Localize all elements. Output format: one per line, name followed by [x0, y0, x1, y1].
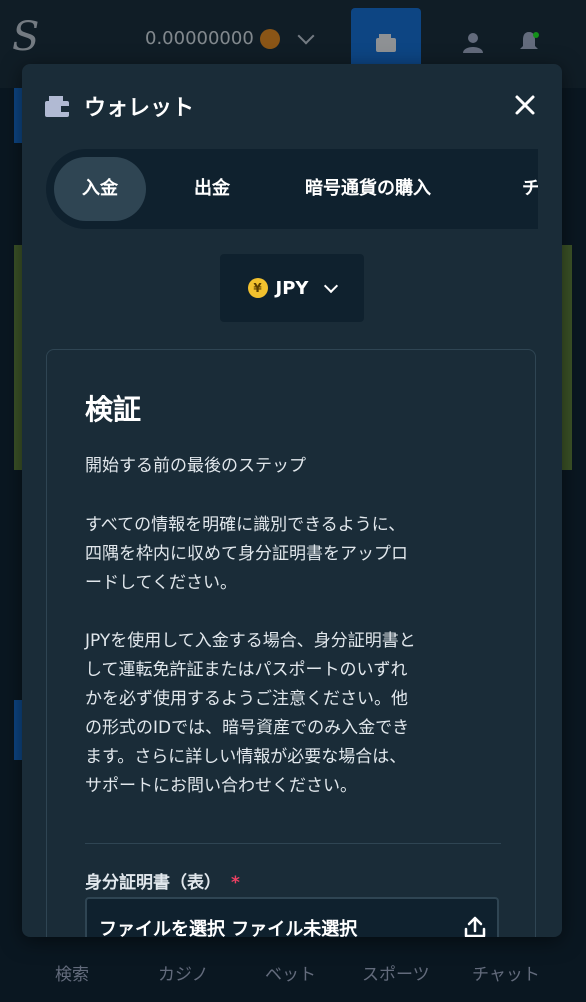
notice-line-2: して運転免許証またはパスポートのいずれ: [85, 660, 408, 680]
id-front-file-input[interactable]: ファイルを選択 ファイル未選択: [85, 897, 499, 937]
wallet-modal: ウォレット 入金 出金 暗号通貨の購入 チ ¥ JPY 検証 開始する前の最後の…: [22, 64, 562, 937]
upload-icon[interactable]: [463, 915, 487, 937]
notice-line-3: かを必ず使用するようご注意ください。他: [85, 689, 408, 709]
tab-more[interactable]: チ: [522, 157, 538, 221]
wallet-icon: [45, 96, 69, 117]
id-front-label: 身分証明書（表） *: [85, 868, 240, 893]
modal-title: ウォレット: [84, 96, 195, 121]
file-status: ファイル未選択: [231, 919, 358, 937]
file-input-text: ファイルを選択 ファイル未選択: [99, 915, 357, 937]
modal-header: ウォレット: [22, 64, 562, 144]
currency-select[interactable]: ¥ JPY: [220, 254, 364, 322]
instructions-line-3: ードしてください。: [85, 573, 237, 593]
close-icon[interactable]: [512, 92, 538, 118]
instructions-line-1: すべての情報を明確に識別できるように、: [85, 515, 406, 535]
currency-code: JPY: [275, 277, 309, 299]
verification-title: 検証: [85, 393, 142, 426]
wallet-tabs: 入金 出金 暗号通貨の購入 チ: [46, 149, 538, 229]
yen-coin-icon: ¥: [247, 278, 268, 298]
verification-subtitle: 開始する前の最後のステップ: [85, 456, 306, 476]
id-front-label-text: 身分証明書（表）: [85, 873, 221, 893]
choose-file-button[interactable]: ファイルを選択: [99, 919, 225, 937]
tab-buy-crypto[interactable]: 暗号通貨の購入: [305, 157, 431, 221]
notice-line-1: JPYを使用して入金する場合、身分証明書と: [85, 631, 416, 651]
tab-withdraw[interactable]: 出金: [194, 157, 230, 221]
notice-line-5: ます。さらに詳しい情報が必要な場合は、: [85, 747, 407, 767]
required-mark: *: [231, 873, 240, 893]
divider: [85, 843, 501, 844]
notice-line-4: の形式のIDでは、暗号資産でのみ入金でき: [85, 718, 410, 738]
instructions-line-2: 四隅を枠内に収めて身分証明書をアップロ: [85, 544, 408, 564]
tab-deposit[interactable]: 入金: [54, 157, 146, 221]
verification-card: 検証 開始する前の最後のステップ すべての情報を明確に識別できるように、 四隅を…: [46, 349, 536, 937]
chevron-down-icon: [324, 278, 339, 293]
notice-line-6: サポートにお問い合わせください。: [85, 776, 357, 796]
